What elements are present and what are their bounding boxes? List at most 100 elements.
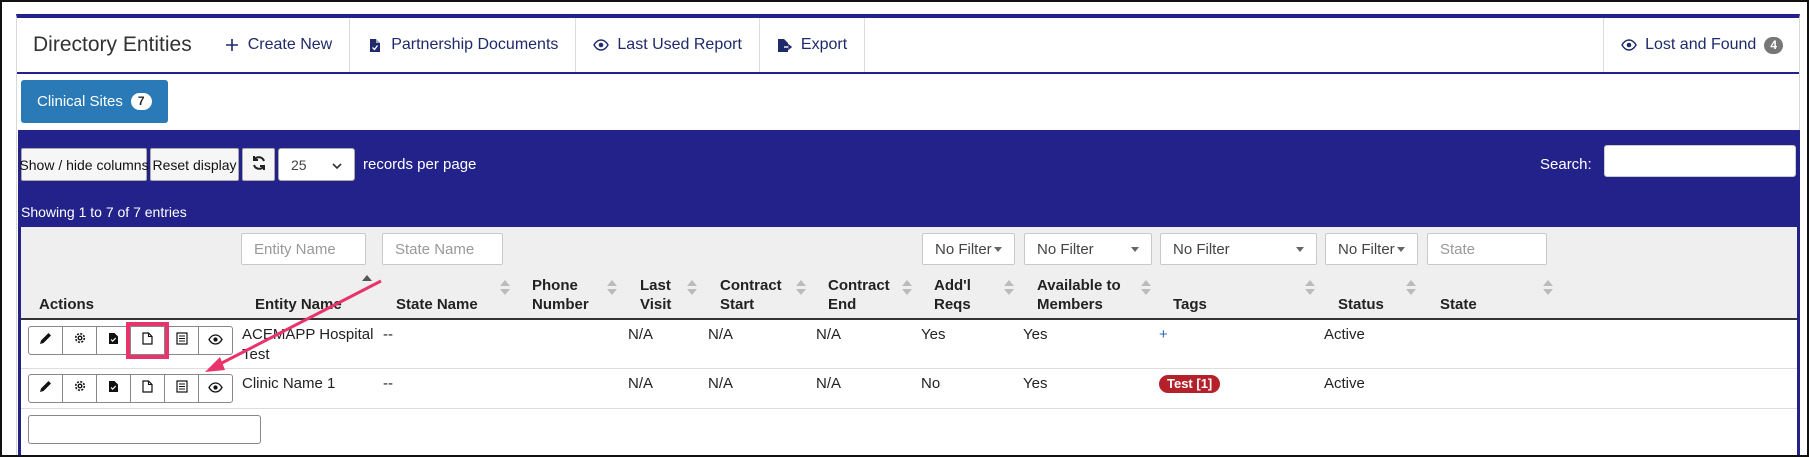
records-per-page-label: records per page xyxy=(363,156,477,173)
state-name-filter[interactable]: State Name xyxy=(382,233,503,265)
export-link[interactable]: Export xyxy=(760,18,866,72)
document-button[interactable] xyxy=(126,322,169,359)
edit-button[interactable] xyxy=(28,374,63,403)
edit-button[interactable] xyxy=(28,326,63,355)
add-tag-link[interactable]: + xyxy=(1159,325,1168,345)
notes-button[interactable] xyxy=(164,326,199,355)
create-new-label: Create New xyxy=(247,36,333,53)
col-contract-start[interactable]: Contract Start xyxy=(720,276,782,314)
col-addl-l1: Add'l xyxy=(934,277,971,294)
sort-icon[interactable] xyxy=(902,280,912,296)
last-used-report-link[interactable]: Last Used Report xyxy=(576,18,760,72)
col-cstart-l2: Start xyxy=(720,296,755,313)
document-button[interactable] xyxy=(130,374,165,403)
col-contract-end[interactable]: Contract End xyxy=(828,276,890,314)
gear-icon xyxy=(73,379,87,398)
notebook-icon xyxy=(175,331,188,350)
signed-document-button[interactable] xyxy=(96,374,131,403)
partnership-documents-label: Partnership Documents xyxy=(391,36,559,53)
sort-icon[interactable] xyxy=(1305,280,1315,296)
caret-down-icon xyxy=(1296,246,1304,252)
records-per-page-value: 25 xyxy=(291,156,307,173)
header-row: Actions Entity Name State Name Phone Num… xyxy=(21,271,1797,320)
entity-name-cell: ACEMAPP Hospital Test xyxy=(242,325,373,365)
tab-clinical-sites-label: Clinical Sites xyxy=(37,93,123,110)
col-state[interactable]: State xyxy=(1440,295,1477,314)
filter-row: Entity Name State Name No Filter No Filt… xyxy=(21,227,1797,271)
notebook-icon xyxy=(175,379,188,398)
lost-and-found-count-badge: 4 xyxy=(1764,36,1783,54)
reset-display-button[interactable]: Reset display xyxy=(150,148,239,181)
tag-badge[interactable]: Test [1] xyxy=(1159,375,1221,393)
file-icon xyxy=(367,37,383,53)
refresh-icon xyxy=(251,155,267,174)
state-name-cell: -- xyxy=(383,326,393,343)
col-avail-l1: Available to xyxy=(1037,277,1121,294)
file-check-icon xyxy=(108,380,119,398)
top-nav: Directory Entities Create New Partnershi… xyxy=(17,18,1799,74)
settings-button[interactable] xyxy=(62,374,97,403)
sort-icon[interactable] xyxy=(796,280,806,296)
entities-table: Entity Name State Name No Filter No Filt… xyxy=(21,227,1797,455)
contract-start-cell: N/A xyxy=(708,375,734,392)
col-addl-reqs[interactable]: Add'l Reqs xyxy=(934,276,971,314)
status-cell: Active xyxy=(1324,326,1365,343)
col-state-name[interactable]: State Name xyxy=(396,295,478,314)
col-addl-l2: Reqs xyxy=(934,296,971,313)
sort-asc-icon[interactable] xyxy=(362,275,372,291)
signed-document-button[interactable] xyxy=(96,326,131,355)
view-button[interactable] xyxy=(198,326,233,355)
col-avail-l2: Members xyxy=(1037,296,1103,313)
show-hide-columns-button[interactable]: Show / hide columns xyxy=(19,148,149,181)
sort-icon[interactable] xyxy=(607,280,617,296)
col-status[interactable]: Status xyxy=(1338,295,1384,314)
state-filter[interactable]: State xyxy=(1427,233,1547,265)
tags-filter-value: No Filter xyxy=(1173,240,1230,258)
sort-icon[interactable] xyxy=(1141,280,1151,296)
col-last-l2: Visit xyxy=(640,296,672,313)
sort-icon[interactable] xyxy=(500,280,510,296)
export-file-icon xyxy=(777,37,793,53)
addl-reqs-filter[interactable]: No Filter xyxy=(922,233,1015,265)
tags-filter[interactable]: No Filter xyxy=(1160,233,1317,265)
entity-name-filter[interactable]: Entity Name xyxy=(241,233,366,265)
entity-name-cell: Clinic Name 1 xyxy=(242,375,336,392)
tag-cell: Test [1] xyxy=(1159,374,1221,394)
status-filter[interactable]: No Filter xyxy=(1325,233,1418,265)
lost-and-found-label: Lost and Found xyxy=(1645,36,1757,53)
col-last-l1: Last xyxy=(640,277,671,294)
sort-icon[interactable] xyxy=(687,280,697,296)
addl-reqs-filter-value: No Filter xyxy=(935,240,992,258)
table-row xyxy=(21,409,1797,455)
search-label: Search: xyxy=(1540,156,1592,173)
col-tags[interactable]: Tags xyxy=(1173,295,1207,314)
tab-clinical-sites[interactable]: Clinical Sites 7 xyxy=(21,80,168,123)
col-cend-l2: End xyxy=(828,296,857,313)
settings-button[interactable] xyxy=(62,326,97,355)
pencil-icon xyxy=(39,332,52,350)
sort-icon[interactable] xyxy=(1406,280,1416,296)
records-per-page-select[interactable]: 25 xyxy=(278,148,355,181)
last-used-report-label: Last Used Report xyxy=(617,36,742,53)
search-input[interactable] xyxy=(1604,145,1796,177)
col-phone-l2: Number xyxy=(532,296,589,313)
sort-icon[interactable] xyxy=(1543,280,1553,296)
notes-button[interactable] xyxy=(164,374,199,403)
col-entity-name[interactable]: Entity Name xyxy=(255,295,342,314)
eye-icon xyxy=(1621,37,1637,53)
col-phone-number[interactable]: Phone Number xyxy=(532,276,589,314)
available-filter[interactable]: No Filter xyxy=(1024,233,1152,265)
create-new-link[interactable]: Create New xyxy=(208,18,351,72)
available-cell: Yes xyxy=(1023,326,1048,343)
partnership-documents-link[interactable]: Partnership Documents xyxy=(350,18,577,72)
lost-and-found-link[interactable]: Lost and Found 4 xyxy=(1603,18,1799,72)
table-panel: Show / hide columns Reset display 25 rec… xyxy=(18,130,1800,455)
row-actions xyxy=(28,374,233,403)
sort-icon[interactable] xyxy=(1004,280,1014,296)
view-button[interactable] xyxy=(198,374,233,403)
chevron-down-icon xyxy=(332,157,342,173)
col-last-visit[interactable]: Last Visit xyxy=(640,276,671,314)
col-available-to-members[interactable]: Available to Members xyxy=(1037,276,1121,314)
last-visit-cell: N/A xyxy=(628,375,654,392)
refresh-button[interactable] xyxy=(242,148,275,181)
